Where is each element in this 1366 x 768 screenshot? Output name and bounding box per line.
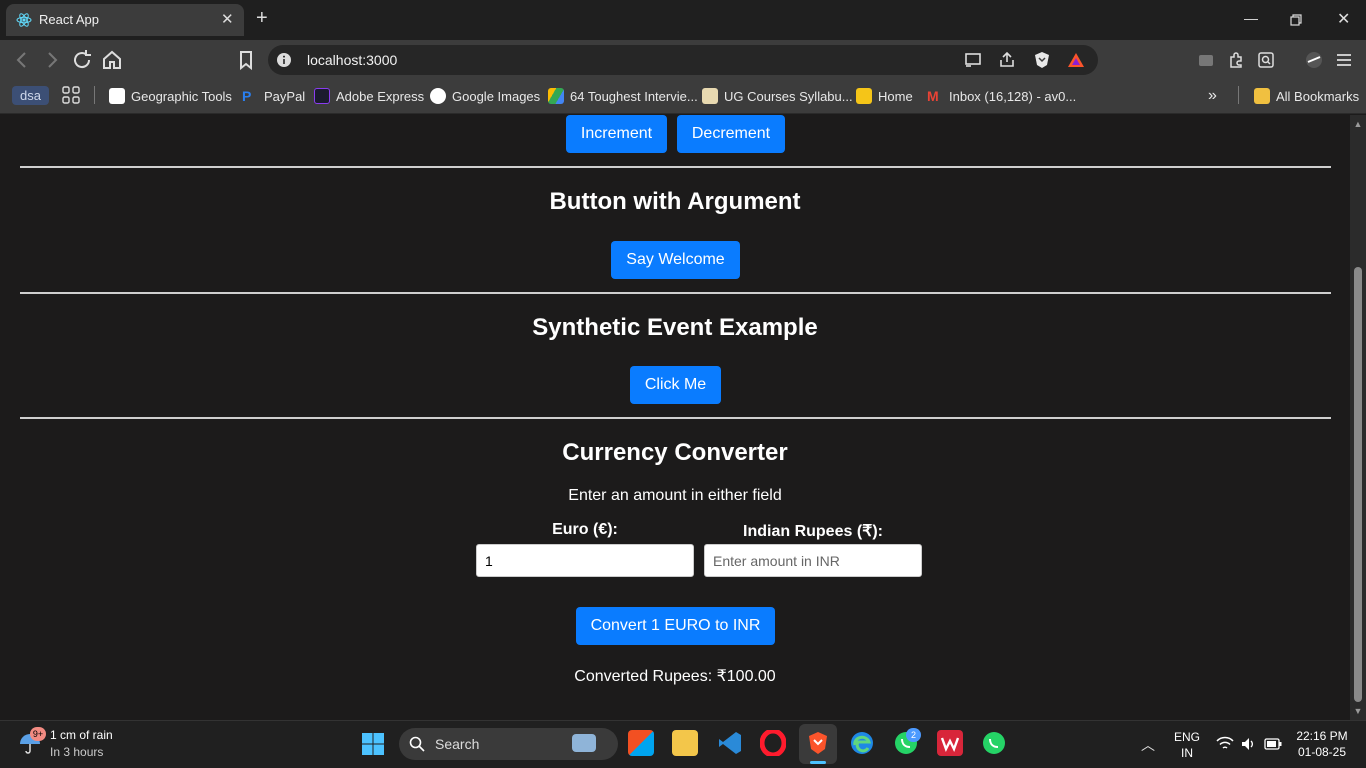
weather-badge: 9+: [30, 727, 46, 741]
section-divider: [20, 292, 1331, 294]
inr-input[interactable]: [704, 544, 922, 577]
cast-icon[interactable]: [963, 50, 983, 70]
inr-label: Indian Rupees (₹):: [743, 523, 883, 540]
home-icon[interactable]: [100, 48, 124, 72]
google-drive-icon: [548, 88, 564, 104]
active-app-indicator: [810, 761, 826, 764]
adobe-express-icon: [314, 88, 330, 104]
clock-time[interactable]: 22:16 PM: [1290, 729, 1354, 743]
click-me-button[interactable]: Click Me: [630, 366, 721, 404]
tab-title: React App: [39, 12, 99, 27]
scroll-down-icon[interactable]: ▼: [1353, 706, 1363, 716]
edge-icon[interactable]: [849, 730, 875, 756]
opera-icon[interactable]: [759, 728, 787, 758]
close-window-icon[interactable]: ✕: [1337, 9, 1350, 29]
forward-icon[interactable]: [40, 48, 64, 72]
scroll-up-icon[interactable]: ▲: [1353, 119, 1363, 129]
volume-icon[interactable]: [1240, 736, 1256, 752]
bookmark-adobe-express[interactable]: Adobe Express: [314, 87, 424, 105]
menu-icon[interactable]: [1334, 50, 1354, 70]
weather-title[interactable]: 1 cm of rain: [50, 728, 113, 742]
bookmark-folder-dsa[interactable]: dsa: [12, 86, 49, 105]
section-divider: [20, 417, 1331, 419]
university-icon: [702, 88, 718, 104]
reload-icon[interactable]: [70, 48, 94, 72]
brave-icon[interactable]: [805, 730, 831, 756]
page-scrollbar[interactable]: ▲ ▼: [1350, 115, 1366, 720]
region-indicator: IN: [1181, 746, 1193, 760]
euro-label: Euro (€):: [552, 521, 618, 538]
bookmarks-divider-right: [1238, 86, 1239, 104]
url-text[interactable]: localhost:3000: [307, 52, 397, 68]
tray-overflow-icon[interactable]: ︿: [1141, 735, 1155, 755]
euro-input[interactable]: [476, 544, 694, 577]
battery-icon[interactable]: [1264, 738, 1282, 750]
react-icon: [16, 13, 32, 27]
language-indicator[interactable]: ENG: [1170, 730, 1204, 744]
home-bookmark-icon: [856, 88, 872, 104]
search-label: Search: [435, 736, 480, 752]
clock-date: 01-08-25: [1297, 745, 1347, 759]
back-icon[interactable]: [10, 48, 34, 72]
google-icon: [430, 88, 446, 104]
bookmark-ug-courses[interactable]: UG Courses Syllabu...: [702, 87, 853, 105]
brave-shields-icon[interactable]: [1032, 50, 1052, 70]
bookmark-paypal[interactable]: P PayPal: [242, 87, 305, 105]
bookmark-geographic-tools[interactable]: Geographic Tools: [109, 87, 232, 105]
currency-converter-heading: Currency Converter: [562, 439, 788, 466]
file-explorer-icon[interactable]: [672, 730, 698, 756]
new-tab-icon[interactable]: +: [256, 8, 268, 28]
whatsapp-icon[interactable]: [981, 730, 1007, 756]
apps-grid-icon[interactable]: [62, 86, 80, 104]
search-highlight-icon: [572, 734, 596, 752]
folder-icon: [1254, 88, 1270, 104]
whatsapp-badge: 2: [906, 728, 921, 742]
say-welcome-button[interactable]: Say Welcome: [611, 241, 740, 279]
bookmarks-divider: [94, 86, 95, 104]
profile-icon[interactable]: [1304, 50, 1324, 70]
weather-subtitle: In 3 hours: [50, 745, 104, 759]
convert-button[interactable]: Convert 1 EURO to INR: [576, 607, 775, 645]
paypal-icon: P: [242, 88, 252, 104]
bookmark-home[interactable]: Home: [856, 87, 913, 105]
increment-button[interactable]: Increment: [566, 115, 667, 153]
extensions-icon[interactable]: [1226, 50, 1246, 70]
all-bookmarks[interactable]: All Bookmarks: [1254, 87, 1359, 105]
button-with-argument-heading: Button with Argument: [549, 188, 801, 215]
share-icon[interactable]: [997, 50, 1017, 70]
bookmark-google-images[interactable]: Google Images: [430, 87, 540, 105]
decrement-button[interactable]: Decrement: [677, 115, 785, 153]
windows-start-icon[interactable]: [361, 732, 385, 756]
page-content: Increment Decrement Button with Argument…: [0, 115, 1350, 720]
restore-icon[interactable]: [1290, 14, 1302, 26]
gmail-icon: M: [927, 88, 939, 104]
bookmarks-overflow-icon[interactable]: »: [1208, 87, 1217, 105]
currency-hint: Enter an amount in either field: [568, 487, 782, 504]
bookmark-gmail-inbox[interactable]: M Inbox (16,128) - av0...: [927, 87, 1076, 105]
geographic-tools-icon: [109, 88, 125, 104]
synthetic-event-heading: Synthetic Event Example: [532, 314, 818, 341]
vscode-icon[interactable]: [717, 730, 743, 756]
sidebar-search-icon[interactable]: [1256, 50, 1276, 70]
tab-react-app[interactable]: React App ✕: [6, 4, 244, 36]
wps-office-icon[interactable]: [937, 730, 963, 756]
section-divider: [20, 166, 1331, 168]
bookmark-toughest-interview[interactable]: 64 Toughest Intervie...: [548, 87, 698, 105]
wifi-icon[interactable]: [1216, 736, 1234, 752]
bookmark-icon[interactable]: [234, 48, 258, 72]
brave-rewards-icon[interactable]: [1066, 50, 1086, 70]
tab-strip: React App ✕ + — ✕: [0, 0, 1366, 40]
search-icon: [409, 736, 425, 752]
microsoft-store-icon[interactable]: [628, 730, 654, 756]
site-info-icon[interactable]: [276, 52, 292, 68]
wallet-icon[interactable]: [1196, 50, 1216, 70]
scroll-thumb[interactable]: [1354, 267, 1362, 702]
close-tab-icon[interactable]: ✕: [221, 10, 234, 28]
converted-result: Converted Rupees: ₹100.00: [574, 668, 776, 685]
minimize-icon[interactable]: —: [1244, 10, 1258, 26]
